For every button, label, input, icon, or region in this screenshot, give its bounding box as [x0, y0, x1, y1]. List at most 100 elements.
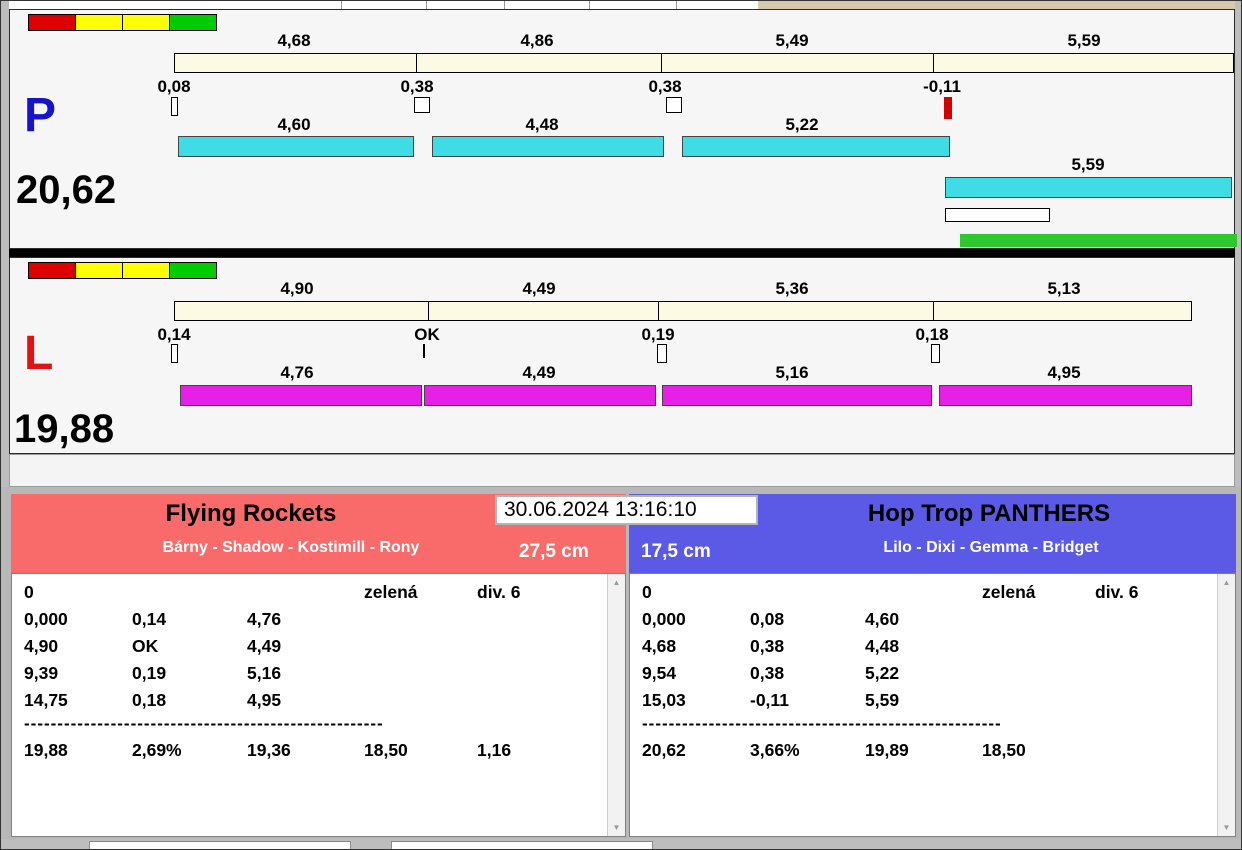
log-cell: 15,03	[642, 690, 750, 711]
lane-p-label: P	[24, 92, 56, 140]
split-time-label: 5,49	[775, 31, 808, 51]
run-bar-3	[662, 385, 932, 406]
segment-divider	[428, 302, 429, 320]
run-bar-2	[432, 136, 664, 157]
divider-line	[504, 1, 505, 9]
log-cell: 9,39	[24, 663, 132, 684]
left-log-scrollbar[interactable]: ▲ ▼	[607, 574, 625, 836]
log-cell: 0	[642, 582, 750, 603]
scroll-down-glyph: ▼	[1223, 823, 1231, 832]
log-cell: zelená	[364, 582, 477, 603]
scoreboard: Flying Rockets Bárny - Shadow - Kostimil…	[1, 487, 1242, 839]
left-log-panel: 0 zelená div. 6 0,000 0,14 4,76 4,90 OK …	[11, 573, 626, 837]
log-cell: 18,50	[364, 740, 477, 761]
log-cell: 5,16	[247, 663, 364, 684]
log-cell: 4,68	[642, 636, 750, 657]
segment-divider	[661, 54, 662, 72]
segment-divider	[933, 302, 934, 320]
lane-l-label: L	[24, 330, 53, 378]
log-cell: 4,60	[865, 609, 982, 630]
log-cell	[750, 582, 865, 603]
light-red-icon	[28, 14, 76, 31]
scroll-down-glyph: ▼	[613, 823, 621, 832]
crossing-time-label: 0,19	[641, 325, 674, 345]
log-cell: 0,08	[750, 609, 865, 630]
split-progress-bar-p	[174, 53, 1234, 73]
log-row: 0,000 0,08 4,60	[630, 609, 1218, 630]
scroll-up-icon[interactable]: ▲	[1218, 574, 1235, 591]
log-separator: ----------------------------------------…	[642, 714, 1002, 734]
split-time-label: 4,90	[280, 279, 313, 299]
crossing-time-label: 0,14	[157, 325, 190, 345]
log-cell	[1095, 740, 1218, 761]
run-time-label: 5,16	[775, 363, 808, 383]
log-cell: 19,88	[24, 740, 132, 761]
crossing-indicator	[666, 97, 682, 113]
log-cell: 2,69%	[132, 740, 247, 761]
run-bar-1	[178, 136, 414, 157]
log-cell: 5,59	[865, 690, 982, 711]
log-cell: 0,18	[132, 690, 247, 711]
ready-bar	[960, 234, 1237, 247]
log-cell	[247, 582, 364, 603]
right-log-panel: 0 zelená div. 6 0,000 0,08 4,60 4,68 0,3…	[629, 573, 1236, 837]
crossing-indicator	[414, 97, 430, 113]
light-green-icon	[169, 14, 217, 31]
light-yellow2-icon	[122, 14, 170, 31]
empty-status-strip	[9, 454, 1235, 487]
crossing-time-label: 0,38	[648, 77, 681, 97]
divider-line	[676, 1, 677, 9]
log-cell: 14,75	[24, 690, 132, 711]
crossing-time-label: OK	[414, 325, 440, 345]
log-cell: 20,62	[642, 740, 750, 761]
total-time-p: 20,62	[16, 170, 116, 210]
light-yellow-icon	[75, 14, 123, 31]
flyball-timing-app: 4,68 4,86 5,49 5,59 0,08 0,38 0,38 -0,11…	[0, 0, 1242, 850]
run-bar-1	[180, 385, 422, 406]
light-red-icon	[28, 262, 76, 279]
log-cell: 4,76	[247, 609, 364, 630]
log-cell: 19,89	[865, 740, 982, 761]
race-timestamp: 30.06.2024 13:16:10	[495, 495, 758, 525]
scroll-up-glyph: ▲	[1223, 578, 1231, 587]
log-cell: 0,000	[642, 609, 750, 630]
panel-divider	[9, 249, 1235, 257]
run-time-label: 4,60	[277, 115, 310, 135]
progress-outline-bar	[945, 208, 1050, 222]
fault-indicator	[944, 97, 952, 119]
right-log-scrollbar[interactable]: ▲ ▼	[1217, 574, 1235, 836]
log-cell: 0	[24, 582, 132, 603]
background-window-box	[391, 841, 653, 850]
crossing-time-label: 0,18	[915, 325, 948, 345]
log-cell: -0,11	[750, 690, 865, 711]
lane-p-panel: 4,68 4,86 5,49 5,59 0,08 0,38 0,38 -0,11…	[9, 9, 1235, 249]
status-lights-l	[28, 262, 217, 279]
scroll-down-icon[interactable]: ▼	[608, 819, 625, 836]
segment-divider	[933, 54, 934, 72]
status-lights-p	[28, 14, 217, 31]
background-window-bottom	[1, 839, 1242, 850]
run-bar-4	[945, 177, 1232, 198]
run-time-label: 4,76	[280, 363, 313, 383]
log-cell: 9,54	[642, 663, 750, 684]
log-cell: 0,19	[132, 663, 247, 684]
log-totals-row: 19,88 2,69% 19,36 18,50 1,16	[12, 740, 608, 761]
right-team-name: Hop Trop PANTHERS	[749, 500, 1229, 528]
log-row: 9,54 0,38 5,22	[630, 663, 1218, 684]
background-window-area	[758, 1, 1235, 9]
log-cell: 4,90	[24, 636, 132, 657]
crossing-indicator	[171, 344, 178, 363]
log-cell: 4,48	[865, 636, 982, 657]
log-row: 14,75 0,18 4,95	[12, 690, 608, 711]
scroll-up-icon[interactable]: ▲	[608, 574, 625, 591]
divider-line	[341, 1, 342, 9]
log-row: 0 zelená div. 6	[630, 582, 1218, 603]
scroll-up-glyph: ▲	[613, 578, 621, 587]
log-cell: 5,22	[865, 663, 982, 684]
run-time-label: 4,48	[525, 115, 558, 135]
split-progress-bar-l	[174, 301, 1192, 321]
log-cell: div. 6	[477, 582, 608, 603]
background-window-box	[89, 841, 351, 850]
run-time-label: 5,59	[1071, 155, 1104, 175]
scroll-down-icon[interactable]: ▼	[1218, 819, 1235, 836]
